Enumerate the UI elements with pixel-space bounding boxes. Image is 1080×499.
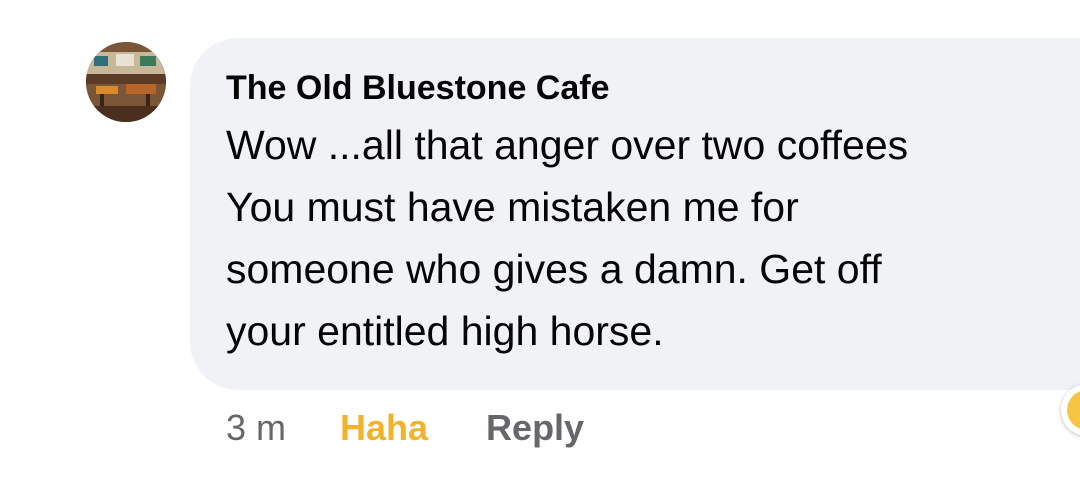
haha-reaction-button[interactable]: Haha (340, 407, 428, 449)
reply-button[interactable]: Reply (486, 407, 584, 449)
comment-author[interactable]: The Old Bluestone Cafe (226, 68, 1080, 108)
comment-thread: The Old Bluestone Cafe Wow ...all that a… (0, 0, 1080, 499)
reaction-count-badge[interactable] (1061, 384, 1080, 436)
comment-text: Wow ...all that anger over two coffees Y… (226, 114, 1080, 362)
comment-line: Wow ...all that anger over two coffees (226, 122, 909, 168)
comment-line: You must have mistaken me for (226, 184, 799, 230)
comment-bubble: The Old Bluestone Cafe Wow ...all that a… (190, 38, 1080, 390)
haha-emoji-icon (1067, 390, 1080, 430)
avatar[interactable] (86, 42, 166, 122)
comment-line: your entitled high horse. (226, 308, 664, 354)
cafe-photo-icon (86, 42, 166, 122)
comment-actions: 3 m Haha Reply (226, 404, 584, 452)
comment-timestamp[interactable]: 3 m (226, 407, 286, 449)
comment-line: someone who gives a damn. Get off (226, 246, 882, 292)
